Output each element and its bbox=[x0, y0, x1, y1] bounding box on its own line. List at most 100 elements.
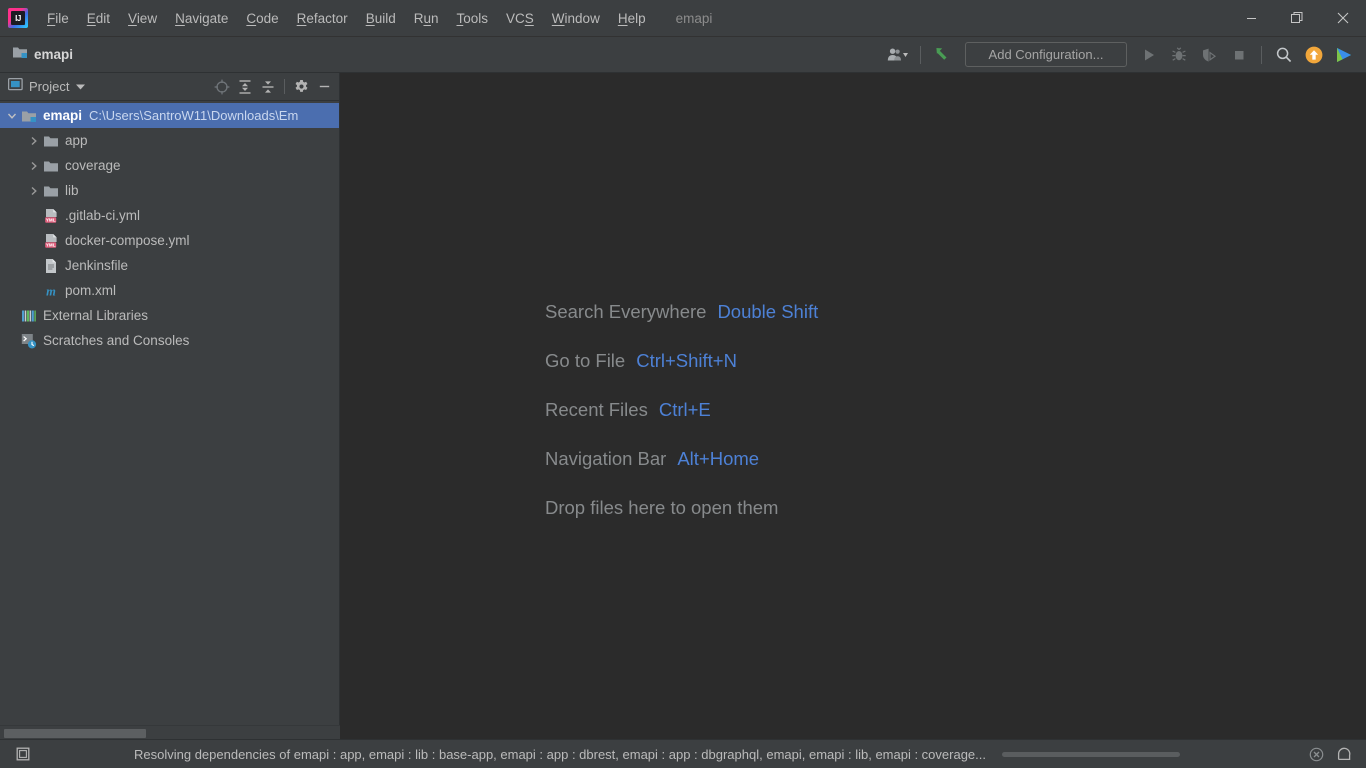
menu-navigate[interactable]: Navigate bbox=[166, 8, 237, 29]
breadcrumb-label: emapi bbox=[34, 47, 74, 62]
editor-hint-label: Navigation Bar bbox=[545, 448, 667, 469]
toggle-toolwindows-icon[interactable] bbox=[6, 746, 40, 762]
menu-build[interactable]: Build bbox=[357, 8, 405, 29]
chevron-down-icon[interactable] bbox=[75, 78, 86, 96]
intellij-logo-icon: IJ bbox=[8, 8, 28, 28]
window-controls bbox=[1228, 0, 1366, 37]
project-tree-hscrollbar[interactable] bbox=[0, 725, 340, 739]
text-file-icon bbox=[42, 258, 60, 274]
tree-node-gitlab-ci-yml[interactable]: YML .gitlab-ci.yml bbox=[0, 203, 339, 228]
tree-node-lib[interactable]: lib bbox=[0, 178, 339, 203]
project-tree[interactable]: emapi C:\Users\SantroW11\Downloads\Em app c… bbox=[0, 101, 339, 739]
add-configuration-button[interactable]: Add Configuration... bbox=[965, 42, 1127, 67]
tree-node-pom-xml[interactable]: m pom.xml bbox=[0, 278, 339, 303]
svg-text:m: m bbox=[46, 284, 56, 298]
menu-file[interactable]: File bbox=[38, 8, 78, 29]
folder-icon bbox=[42, 159, 60, 173]
status-bar-right bbox=[1306, 744, 1360, 764]
menu-view[interactable]: View bbox=[119, 8, 166, 29]
tree-node-label: External Libraries bbox=[43, 308, 149, 323]
menu-edit[interactable]: Edit bbox=[78, 8, 119, 29]
vcs-update-arrow-icon[interactable] bbox=[929, 42, 957, 68]
expand-all-icon[interactable] bbox=[234, 76, 256, 98]
tree-node-label: coverage bbox=[65, 158, 121, 173]
menu-vcs[interactable]: VCS bbox=[497, 8, 543, 29]
restore-window-button[interactable] bbox=[1274, 0, 1320, 37]
cancel-process-icon[interactable] bbox=[1306, 744, 1326, 764]
svg-text:YML: YML bbox=[45, 217, 55, 222]
main-toolbar-actions: Add Configuration... bbox=[884, 42, 1366, 68]
chevron-down-icon[interactable] bbox=[4, 111, 20, 121]
yml-file-icon: YML bbox=[42, 208, 60, 224]
user-account-icon[interactable] bbox=[884, 42, 912, 68]
editor-hint-search-everywhere: Search Everywhere Double Shift bbox=[545, 301, 818, 350]
editor-hint-navigation-bar: Navigation Bar Alt+Home bbox=[545, 448, 818, 497]
tree-node-label: Jenkinsfile bbox=[65, 258, 129, 273]
project-view-selector[interactable]: Project bbox=[7, 77, 86, 96]
editor-hint-shortcut: Alt+Home bbox=[677, 448, 760, 469]
project-panel-tools bbox=[211, 76, 335, 98]
search-icon[interactable] bbox=[1270, 42, 1298, 68]
tree-node-label: docker-compose.yml bbox=[65, 233, 190, 248]
tree-node-path: C:\Users\SantroW11\Downloads\Em bbox=[89, 108, 299, 123]
menu-run[interactable]: Run bbox=[405, 8, 448, 29]
editor-hint-shortcut: Ctrl+E bbox=[658, 399, 711, 420]
stop-square-icon[interactable] bbox=[1225, 42, 1253, 68]
tree-node-jenkinsfile[interactable]: Jenkinsfile bbox=[0, 253, 339, 278]
close-window-button[interactable] bbox=[1320, 0, 1366, 37]
settings-gear-icon[interactable] bbox=[290, 76, 312, 98]
minimize-window-button[interactable] bbox=[1228, 0, 1274, 37]
hide-panel-icon[interactable] bbox=[313, 76, 335, 98]
chevron-right-icon[interactable] bbox=[26, 186, 42, 196]
run-with-coverage-icon[interactable] bbox=[1195, 42, 1223, 68]
editor-hint-drop-files-here-to-open-them: Drop files here to open them bbox=[545, 497, 818, 546]
editor-hint-shortcut: Ctrl+Shift+N bbox=[636, 350, 737, 371]
ide-update-icon[interactable] bbox=[1300, 42, 1328, 68]
status-bar: Resolving dependencies of emapi : app, e… bbox=[0, 739, 1366, 768]
menubar-project-name: emapi bbox=[675, 10, 713, 26]
breadcrumb-project[interactable]: emapi bbox=[12, 45, 73, 64]
editor-hint-recent-files: Recent Files Ctrl+E bbox=[545, 399, 818, 448]
menu-window[interactable]: Window bbox=[543, 8, 609, 29]
tree-node-emapi[interactable]: emapi C:\Users\SantroW11\Downloads\Em bbox=[0, 103, 339, 128]
toolbar-separator-2 bbox=[1261, 45, 1262, 64]
menu-help[interactable]: Help bbox=[609, 8, 655, 29]
editor-hint-go-to-file: Go to File Ctrl+Shift+N bbox=[545, 350, 818, 399]
module-folder-icon bbox=[12, 45, 28, 64]
hscrollbar-thumb[interactable] bbox=[4, 729, 146, 738]
tree-node-scratches-and-consoles[interactable]: Scratches and Consoles bbox=[0, 328, 339, 353]
tree-node-label: app bbox=[65, 133, 88, 148]
project-panel-header: Project bbox=[0, 73, 339, 101]
project-tool-window: Project emapi C:\Users\SantroW11\Downloa… bbox=[0, 73, 340, 739]
svg-text:YML: YML bbox=[45, 242, 55, 247]
editor-hint-label: Search Everywhere bbox=[545, 301, 707, 322]
tree-node-label: Scratches and Consoles bbox=[43, 333, 190, 348]
notifications-bell-icon[interactable] bbox=[1334, 744, 1354, 764]
project-panel-title: Project bbox=[29, 79, 70, 94]
status-progress-bar bbox=[1002, 751, 1180, 757]
chevron-right-icon[interactable] bbox=[26, 136, 42, 146]
editor-hint-label: Recent Files bbox=[545, 399, 648, 420]
tree-node-label: emapi bbox=[43, 108, 83, 123]
run-play-icon[interactable] bbox=[1135, 42, 1163, 68]
menu-tools[interactable]: Tools bbox=[448, 8, 498, 29]
navigation-toolbar: emapi Add Configuration... bbox=[0, 37, 1366, 73]
tree-node-docker-compose-yml[interactable]: YML docker-compose.yml bbox=[0, 228, 339, 253]
tree-node-coverage[interactable]: coverage bbox=[0, 153, 339, 178]
menu-bar: IJ File Edit View Navigate Code Refactor Build… bbox=[0, 0, 1366, 37]
debug-bug-icon[interactable] bbox=[1165, 42, 1193, 68]
folder-icon bbox=[42, 134, 60, 148]
chevron-right-icon[interactable] bbox=[26, 161, 42, 171]
editor-hint-label: Go to File bbox=[545, 350, 626, 371]
toolbar-separator bbox=[920, 45, 921, 64]
editor-empty-hints: Search Everywhere Double Shift Go to File C… bbox=[545, 301, 818, 546]
code-with-me-icon[interactable] bbox=[1330, 42, 1358, 68]
collapse-all-icon[interactable] bbox=[257, 76, 279, 98]
menu-refactor[interactable]: Refactor bbox=[288, 8, 357, 29]
tree-node-app[interactable]: app bbox=[0, 128, 339, 153]
tree-node-label: lib bbox=[65, 183, 79, 198]
scroll-from-source-icon[interactable] bbox=[211, 76, 233, 98]
menu-code[interactable]: Code bbox=[237, 8, 287, 29]
editor-area[interactable]: Search Everywhere Double Shift Go to File C… bbox=[340, 73, 1366, 739]
tree-node-external-libraries[interactable]: External Libraries bbox=[0, 303, 339, 328]
